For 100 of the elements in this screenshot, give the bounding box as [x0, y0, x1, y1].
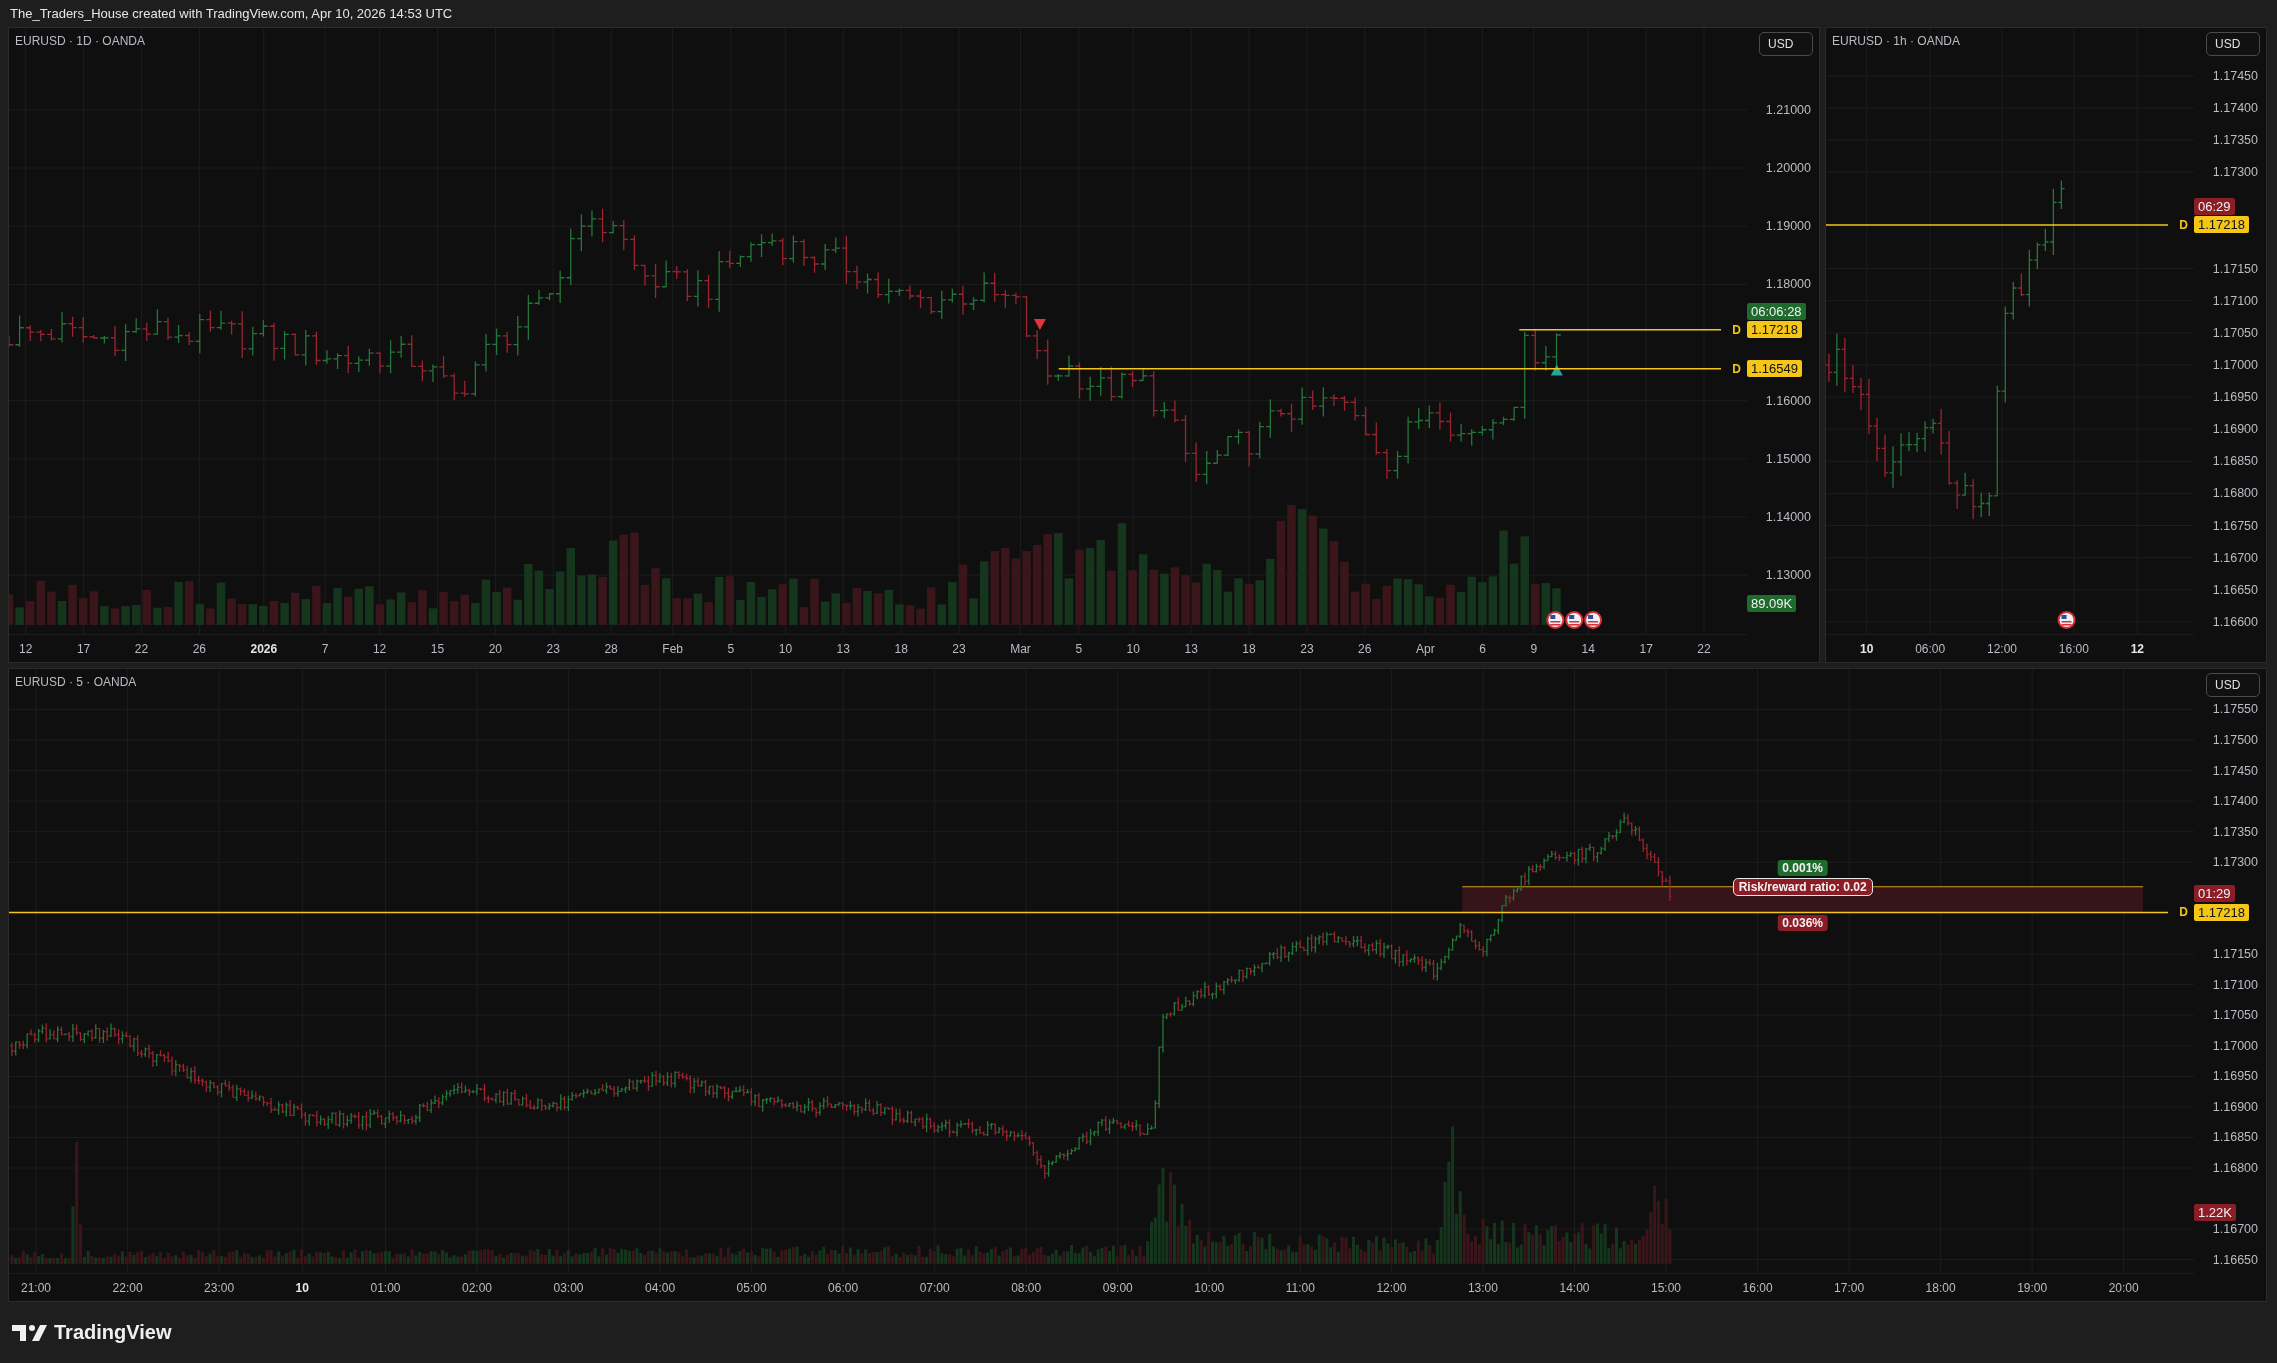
chart-legend: EURUSD · 1h · OANDA: [1832, 34, 1961, 48]
time-label: 17: [1639, 641, 1653, 656]
time-label: 05:00: [736, 1280, 767, 1295]
price-label: 1.16900: [2212, 1098, 2258, 1115]
brand-name: TradingView: [54, 1321, 172, 1344]
price-label: 1.16700: [2212, 549, 2258, 566]
price-tag: 1.16549: [1747, 360, 1802, 378]
price-label: 1.16600: [2212, 613, 2258, 630]
price-label: 1.20000: [1765, 160, 1811, 176]
time-label: 22: [1697, 641, 1711, 656]
time-label: 12:00: [1376, 1280, 1407, 1295]
level-marker: D: [2179, 905, 2188, 920]
time-label: 10: [1860, 641, 1874, 656]
volume-tag: 89.09K: [1747, 594, 1797, 612]
time-label: 11:00: [1285, 1280, 1315, 1295]
time-label: 18: [894, 641, 908, 656]
time-label: 02:00: [462, 1280, 492, 1295]
target-percent-label: 0.001%: [1777, 859, 1828, 876]
price-label: 1.16000: [1765, 392, 1811, 409]
time-label: Feb: [662, 641, 683, 656]
time-label: 23: [546, 641, 560, 656]
price-label: 1.16950: [2212, 389, 2258, 406]
price-label: 1.17350: [2212, 132, 2258, 149]
price-label: 1.17100: [2212, 292, 2258, 309]
risk-reward-label: Risk/reward ratio: 0.02: [1732, 877, 1873, 896]
time-label: 12: [2130, 641, 2144, 656]
price-label: 1.16900: [2212, 421, 2258, 438]
time-label: 26: [192, 641, 206, 656]
price-label: 1.17450: [2212, 762, 2258, 779]
time-label: 09:00: [1102, 1280, 1133, 1295]
price-label: 1.16800: [2212, 1160, 2258, 1176]
down-triangle-icon: [1033, 318, 1046, 330]
price-label: 1.16850: [2212, 1129, 2258, 1146]
price-label: 1.17400: [2212, 100, 2258, 116]
price-label: 1.17450: [2212, 67, 2258, 84]
price-label: 1.16750: [2212, 517, 2258, 534]
time-label: 22: [134, 641, 149, 656]
price-label: 1.17000: [2212, 356, 2258, 373]
time-label: 16:00: [2058, 641, 2089, 656]
time-label: 16:00: [1742, 1280, 1773, 1295]
up-triangle-icon: [1550, 364, 1563, 376]
time-label: 26: [1358, 641, 1372, 656]
time-label: 20:00: [2108, 1280, 2139, 1295]
time-label: 13: [836, 641, 850, 656]
time-label: 23:00: [204, 1280, 235, 1295]
stop-percent-label: 0.036%: [1777, 915, 1828, 932]
time-label: 5: [1075, 641, 1083, 656]
level-marker: D: [1732, 322, 1741, 337]
time-label: 01:00: [370, 1280, 401, 1295]
logo-icon: [12, 1322, 48, 1343]
price-label: 1.16850: [2212, 453, 2258, 470]
time-label: 15: [430, 641, 445, 656]
countdown-tag: 01:29: [2194, 885, 2235, 903]
time-label: 23: [952, 641, 966, 656]
price-label: 1.17150: [2212, 260, 2258, 277]
level-marker: D: [2179, 217, 2188, 232]
time-label: 07:00: [919, 1280, 950, 1295]
flag-icon: [1546, 611, 1565, 629]
time-label: 2026: [250, 641, 278, 656]
price-label: 1.16650: [2212, 1251, 2258, 1268]
time-label: 10:00: [1194, 1280, 1225, 1295]
time-label: 20: [488, 641, 503, 656]
time-label: 18:00: [1925, 1280, 1956, 1295]
time-label: 19:00: [2017, 1280, 2048, 1295]
price-label: 1.18000: [1765, 276, 1811, 293]
price-label: 1.13000: [1765, 567, 1811, 584]
price-label: 1.17050: [2212, 324, 2258, 341]
time-label: 7: [321, 641, 329, 656]
time-label: 12:00: [1987, 641, 2017, 656]
time-label: 28: [604, 641, 618, 656]
chart-legend: EURUSD · 1D · OANDA: [15, 34, 145, 48]
time-label: 17: [76, 641, 91, 656]
time-label: 17:00: [1834, 1280, 1865, 1295]
time-label: 5: [727, 641, 735, 656]
price-label: 1.16650: [2212, 581, 2258, 598]
time-label: 22:00: [112, 1280, 143, 1295]
time-label: 9: [1530, 641, 1538, 656]
time-label: 10: [295, 1280, 309, 1295]
time-label: Mar: [1010, 641, 1031, 656]
price-tag: 1.17218: [2194, 216, 2249, 234]
price-label: 1.19000: [1765, 218, 1811, 235]
level-marker: D: [1732, 361, 1741, 376]
time-label: 12: [372, 641, 387, 656]
price-label: 1.17150: [2212, 946, 2258, 962]
time-label: 04:00: [645, 1280, 676, 1295]
currency-button[interactable]: USD: [1759, 32, 1813, 56]
time-label: 14:00: [1559, 1280, 1590, 1295]
time-label: 6: [1479, 641, 1486, 656]
price-label: 1.17550: [2212, 701, 2258, 718]
volume-tag: 1.22K: [2194, 1203, 2236, 1221]
currency-button[interactable]: USD: [2206, 673, 2260, 697]
time-label: 10: [1126, 641, 1140, 656]
currency-button[interactable]: USD: [2206, 32, 2260, 56]
chart-legend: EURUSD · 5 · OANDA: [15, 675, 137, 689]
price-label: 1.15000: [1765, 450, 1811, 467]
price-label: 1.17050: [2212, 1007, 2258, 1024]
countdown-tag: 06:29: [2194, 197, 2235, 215]
price-label: 1.17100: [2212, 976, 2258, 993]
time-label: 13: [1184, 641, 1198, 656]
price-tag: 1.17218: [1747, 321, 1802, 339]
